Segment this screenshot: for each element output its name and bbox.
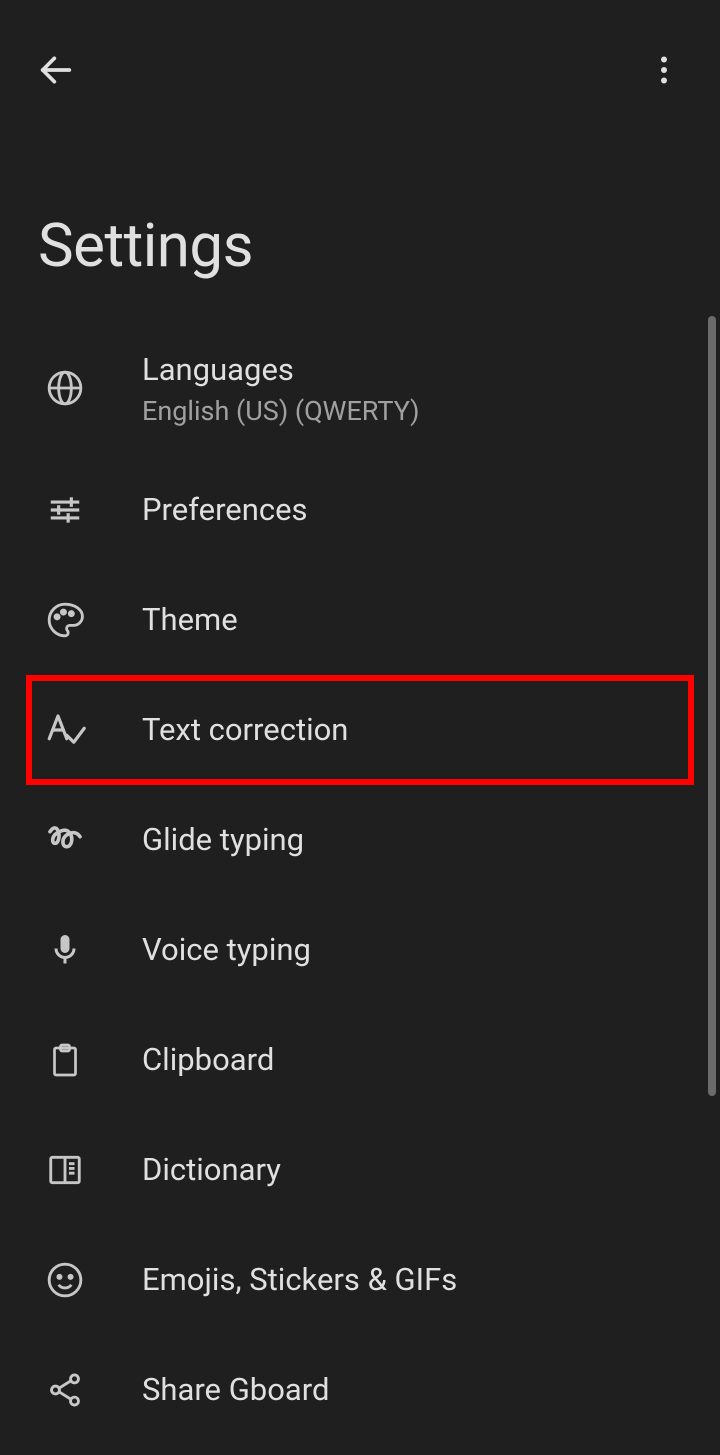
item-title: Glide typing (142, 819, 304, 861)
settings-item-languages[interactable]: Languages English (US) (QWERTY) (0, 321, 720, 455)
text-correction-icon (40, 705, 90, 755)
settings-item-text-correction[interactable]: Text correction (26, 675, 694, 785)
item-title: Emojis, Stickers & GIFs (142, 1259, 457, 1301)
more-vert-icon (646, 52, 682, 88)
more-options-button[interactable] (640, 46, 688, 94)
item-title: Preferences (142, 489, 308, 531)
scroll-indicator[interactable] (708, 316, 716, 1096)
item-title: Voice typing (142, 929, 311, 971)
palette-icon (40, 595, 90, 645)
settings-item-emojis[interactable]: Emojis, Stickers & GIFs (0, 1225, 720, 1335)
tune-icon (40, 485, 90, 535)
settings-list: Languages English (US) (QWERTY) Preferen… (0, 311, 720, 1455)
back-button[interactable] (32, 46, 80, 94)
settings-item-dictionary[interactable]: Dictionary (0, 1115, 720, 1225)
item-title: Share Gboard (142, 1369, 329, 1411)
app-bar (0, 0, 720, 120)
settings-item-glide-typing[interactable]: Glide typing (0, 785, 720, 895)
settings-item-share[interactable]: Share Gboard (0, 1335, 720, 1445)
settings-item-clipboard[interactable]: Clipboard (0, 1005, 720, 1115)
clipboard-icon (40, 1035, 90, 1085)
settings-item-theme[interactable]: Theme (0, 565, 720, 675)
item-title: Languages (142, 349, 420, 391)
settings-item-voice-typing[interactable]: Voice typing (0, 895, 720, 1005)
mic-icon (40, 925, 90, 975)
emoji-icon (40, 1255, 90, 1305)
settings-item-preferences[interactable]: Preferences (0, 455, 720, 565)
item-title: Clipboard (142, 1039, 274, 1081)
share-icon (40, 1365, 90, 1415)
gesture-icon (40, 815, 90, 865)
item-title: Theme (142, 599, 238, 641)
page-title: Settings (0, 120, 720, 311)
book-icon (40, 1145, 90, 1195)
item-title: Text correction (142, 709, 348, 751)
item-title: Dictionary (142, 1149, 281, 1191)
globe-icon (40, 363, 90, 413)
item-subtitle: English (US) (QWERTY) (142, 395, 420, 427)
arrow-left-icon (36, 50, 76, 90)
